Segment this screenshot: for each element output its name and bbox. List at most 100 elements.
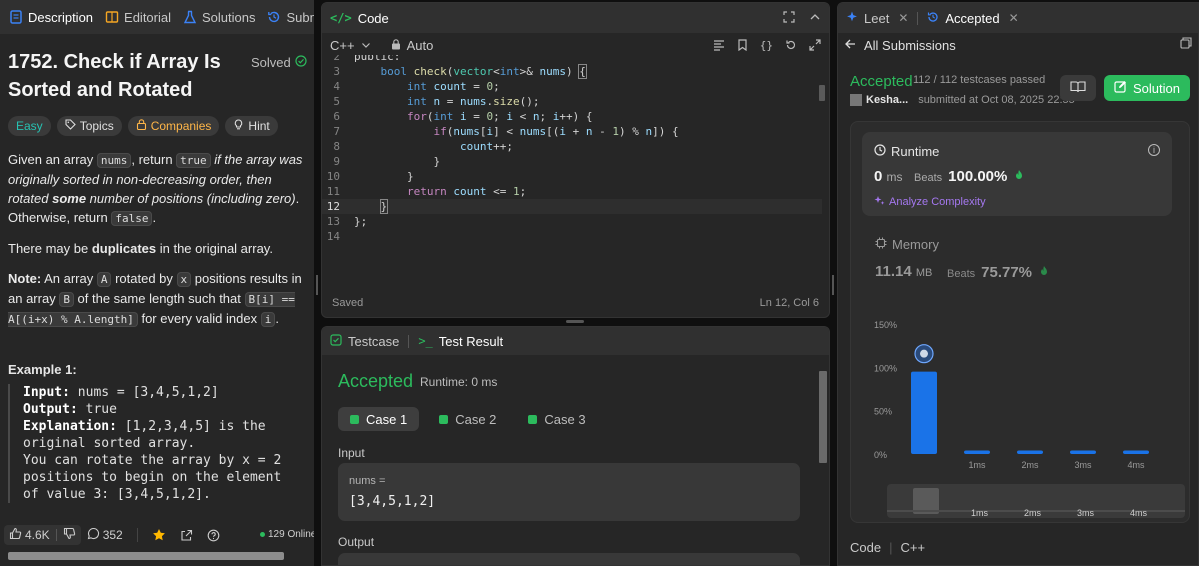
auto-mode[interactable]: Auto (407, 38, 434, 53)
example-title: Example 1: (8, 362, 77, 377)
maximize-icon[interactable] (783, 11, 795, 26)
chart-bar (964, 450, 990, 454)
memory-value: 11.14 MB (875, 263, 933, 280)
solution-button[interactable]: Solution (1104, 75, 1190, 101)
minimap-label: 1ms (971, 508, 989, 518)
case-tab-3[interactable]: Case 3 (516, 407, 597, 431)
resize-handle[interactable] (566, 320, 584, 323)
submission-tabs: Leet ✕ Accepted ✕ (838, 3, 1198, 33)
analyze-complexity-link[interactable]: Analyze Complexity (874, 195, 986, 209)
like-button[interactable]: 4.6K (4, 525, 81, 545)
input-box: nums = [3,4,5,1,2] (338, 463, 800, 521)
tab-leet[interactable]: Leet (864, 11, 889, 26)
submission-status: Accepted (850, 73, 913, 90)
y-tick-label: 50% (874, 407, 892, 417)
clock-icon (874, 144, 886, 159)
star-icon[interactable] (152, 528, 166, 542)
hint-tag[interactable]: Hint (225, 116, 278, 136)
copy-icon[interactable] (1180, 37, 1192, 52)
editor-scrollbar[interactable] (819, 85, 825, 101)
tab-accepted[interactable]: Accepted (945, 11, 999, 26)
problem-tabs: Description Editorial Solutions Submiss (0, 0, 314, 34)
runtime-distribution-chart[interactable]: 150% 100% 50% 0% 1ms 2ms 3ms 4ms (851, 312, 1191, 472)
close-icon[interactable]: ✕ (898, 11, 908, 25)
sparkle-icon (874, 195, 885, 209)
lock-icon (391, 38, 401, 53)
case-tab-1[interactable]: Case 1 (338, 407, 420, 431)
comments-button[interactable]: 352 (87, 527, 123, 543)
editorial-button[interactable] (1060, 75, 1096, 101)
resize-handle[interactable] (832, 275, 834, 295)
tab-description[interactable]: Description (4, 0, 98, 34)
resize-handle[interactable] (316, 275, 318, 295)
tab-test-result[interactable]: Test Result (439, 334, 503, 349)
format-icon[interactable] (713, 39, 725, 54)
x-tick-label: 4ms (1127, 460, 1145, 470)
tab-submissions[interactable]: Submiss (262, 0, 314, 34)
stats-card: Runtime i 0 ms Beats 100.00% Analyze Com… (850, 121, 1190, 523)
tag-icon (65, 119, 76, 133)
check-icon (350, 414, 359, 424)
case-tab-2[interactable]: Case 2 (427, 407, 508, 431)
check-circle-icon (295, 55, 307, 70)
share-icon[interactable] (180, 529, 193, 542)
submission-user: Kesha... submitted at Oct 08, 2025 22:55 (850, 94, 1075, 106)
info-icon[interactable]: i (1148, 144, 1160, 156)
tab-editorial[interactable]: Editorial (100, 0, 176, 34)
difficulty-badge[interactable]: Easy (8, 116, 51, 136)
solved-label: Solved (251, 55, 291, 70)
y-tick-label: 150% (874, 320, 897, 330)
all-submissions-link[interactable]: All Submissions (844, 38, 956, 53)
chevron-down-icon (361, 43, 370, 48)
braces-icon[interactable]: {} (760, 39, 773, 54)
runtime-title: Runtime (874, 144, 939, 159)
chevron-up-icon[interactable] (809, 11, 821, 26)
topics-tag[interactable]: Topics (56, 116, 122, 136)
tab-testcase[interactable]: Testcase (348, 334, 399, 349)
code-editor[interactable]: 2 public: 3 bool check(vector<int>& nums)… (322, 55, 822, 245)
code-line-current: 12 } (322, 199, 822, 214)
solved-status: Solved (251, 55, 307, 70)
code-line: 6 for(int i = 0; i < n; i++) { (333, 110, 593, 123)
minimap-label: 3ms (1077, 508, 1095, 518)
online-count: 129 Online (260, 529, 314, 540)
close-icon[interactable]: ✕ (1009, 11, 1019, 25)
sparkle-icon (846, 11, 858, 26)
reset-icon[interactable] (785, 39, 797, 54)
desc-note: Note: An array A rotated by x positions … (8, 271, 302, 327)
arrow-left-icon (844, 38, 856, 53)
output-label: Output (338, 535, 375, 549)
lightbulb-icon (233, 119, 244, 133)
runtime-value: 0 ms (874, 168, 903, 185)
horizontal-scrollbar[interactable] (8, 552, 284, 560)
code-line: 2 public: (333, 55, 401, 63)
chart-bar (1123, 450, 1149, 454)
help-icon[interactable] (207, 529, 220, 542)
companies-tag[interactable]: Companies (127, 116, 220, 136)
code-line: 4 int count = 0; (333, 80, 500, 93)
tab-solutions[interactable]: Solutions (178, 0, 260, 34)
case-tabs: Case 1 Case 2 Case 3 (338, 407, 598, 431)
distribution-minimap[interactable]: 1ms 2ms 3ms 4ms (887, 484, 1185, 518)
code-icon: </> (330, 11, 352, 25)
language-select[interactable]: C++ (330, 38, 371, 53)
bookmark-icon[interactable] (737, 39, 748, 54)
document-icon (9, 10, 23, 24)
problem-description: Given an array nums, return true if the … (8, 150, 304, 340)
memory-title[interactable]: Memory (875, 237, 939, 252)
tab-submissions-label: Submiss (286, 9, 314, 25)
thumbs-down-icon[interactable] (63, 527, 76, 543)
history-icon (267, 10, 281, 24)
companies-label: Companies (150, 119, 212, 133)
code-line: 13}; (326, 215, 368, 228)
code-panel: </> Code C++ Auto {} 2 public: 3 bool che… (321, 2, 830, 318)
comment-icon (87, 527, 100, 543)
minimap-label: 4ms (1130, 508, 1148, 518)
username[interactable]: Kesha... (866, 94, 908, 106)
code-section-header: Code | C++ (850, 540, 926, 555)
expand-icon[interactable] (809, 39, 821, 54)
test-runtime: Runtime: 0 ms (420, 375, 498, 389)
runtime-card[interactable]: Runtime i 0 ms Beats 100.00% Analyze Com… (862, 132, 1172, 216)
test-scrollbar[interactable] (819, 371, 827, 463)
editor-actions: {} (713, 39, 821, 54)
